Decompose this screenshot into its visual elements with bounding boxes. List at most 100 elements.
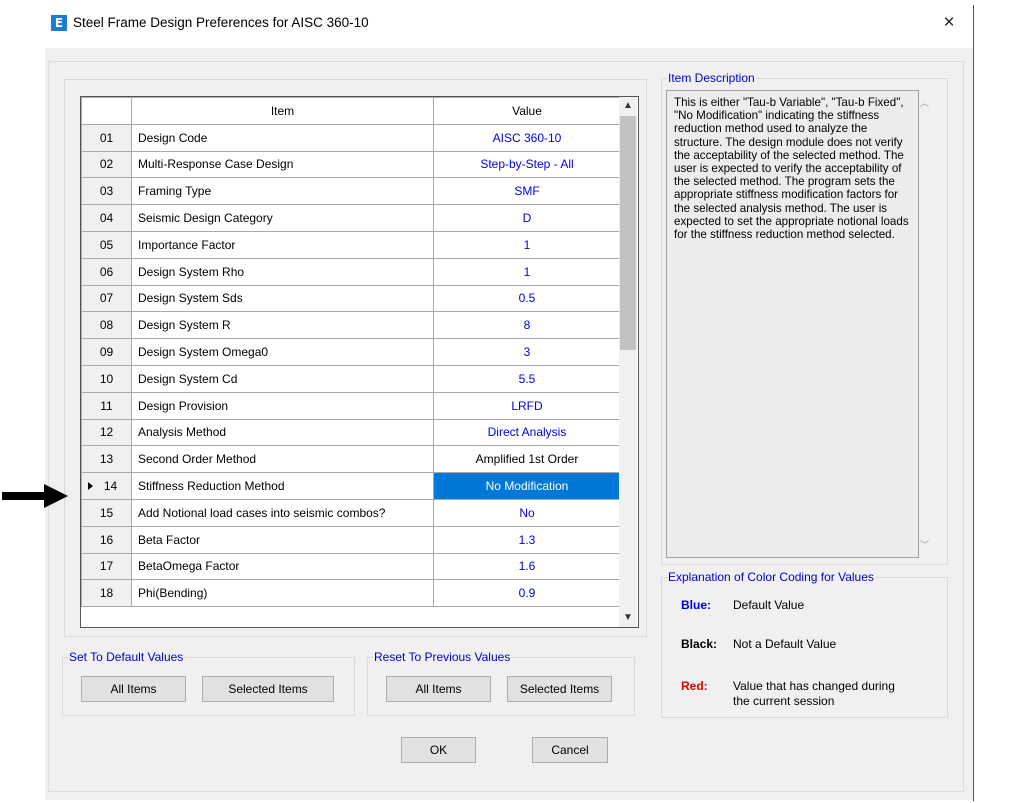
reset-all-items-button[interactable]: All Items [386,676,491,702]
table-row[interactable]: 13 Second Order Method Amplified 1st Order [81,445,621,474]
row-number-label: 03 [99,184,114,199]
black-label: Black: [681,637,718,651]
default-selected-items-button[interactable]: Selected Items [202,676,334,702]
reset-selected-items-button[interactable]: Selected Items [507,676,612,702]
row-number-label: 10 [99,371,114,386]
table-row[interactable]: 03 Framing Type SMF [81,177,621,206]
item-column-header: Item [131,97,434,125]
item-cell: Design System Sds [131,284,434,313]
table-row[interactable]: 10 Design System Cd 5.5 [81,364,621,393]
table-row[interactable]: 11 Design Provision LRFD [81,391,621,420]
table-row[interactable]: 05 Importance Factor 1 [81,230,621,259]
set-default-legend: Set To Default Values [69,650,184,664]
value-cell[interactable]: 0.5 [433,284,621,313]
value-cell[interactable]: 1.3 [433,525,621,554]
table-row[interactable]: 01 Design Code AISC 360-10 [81,123,621,152]
row-number[interactable]: 10 [81,364,132,393]
description-scroll-up-icon[interactable]: ︿ [920,96,929,109]
value-cell[interactable]: AISC 360-10 [433,123,621,152]
default-all-items-button[interactable]: All Items [81,676,186,702]
row-number-label: 01 [99,130,114,145]
scroll-down-icon[interactable]: ▼ [619,609,637,627]
preferences-grid[interactable]: Item Value 01 Design Code AISC 360-10 02 Mul… [80,96,639,628]
row-number-header [81,97,132,125]
row-number[interactable]: 06 [81,257,132,286]
table-row[interactable]: 15 Add Notional load cases into seismic c… [81,498,621,527]
reset-previous-legend: Reset To Previous Values [374,650,511,664]
value-cell[interactable]: Amplified 1st Order [433,445,621,474]
row-number[interactable]: 07 [81,284,132,313]
row-number[interactable]: 12 [81,418,132,447]
row-number-label: 06 [99,264,114,279]
row-number[interactable]: 11 [81,391,132,420]
item-cell: Second Order Method [131,445,434,474]
row-number-label: 09 [99,345,114,360]
row-number[interactable]: 14 [81,472,132,500]
value-cell[interactable]: 1 [433,257,621,286]
item-cell: Add Notional load cases into seismic com… [131,498,434,527]
row-number-label: 07 [99,291,114,306]
ok-button[interactable]: OK [401,737,476,763]
value-cell[interactable]: D [433,204,621,232]
row-number[interactable]: 04 [81,204,132,232]
item-cell: Design Provision [131,391,434,420]
description-scroll-down-icon[interactable]: ﹀ [920,538,929,551]
preferences-table: Item Value 01 Design Code AISC 360-10 02 Mul… [81,97,621,608]
table-row[interactable]: 08 Design System R8 [81,311,621,340]
row-number-label: 05 [99,237,114,252]
grid-header-row: Item Value [81,97,621,125]
value-cell[interactable]: 0.9 [433,579,621,608]
value-cell[interactable]: 1.6 [433,552,621,581]
red-description-line-2: the current session [733,694,835,708]
value-cell[interactable]: No [433,498,621,527]
close-icon[interactable]: × [936,10,962,36]
red-label: Red: [681,679,708,693]
table-row[interactable]: 14 Stiffness Reduction Method No Modificat… [81,472,621,500]
value-cell[interactable]: LRFD [433,391,621,420]
row-number[interactable]: 01 [81,123,132,152]
table-row[interactable]: 09 Design System Omega0 3 [81,338,621,366]
row-number[interactable]: 05 [81,230,132,259]
value-cell[interactable]: 3 [433,338,621,366]
value-cell[interactable]: 8 [433,311,621,340]
grid-vertical-scrollbar[interactable]: ▲ ▼ [619,97,637,627]
scroll-up-icon[interactable]: ▲ [619,97,637,115]
row-number[interactable]: 02 [81,150,132,179]
row-number[interactable]: 15 [81,498,132,527]
row-number-label: 11 [100,398,113,413]
table-row[interactable]: 07 Design System Sds 0.5 [81,284,621,313]
item-description-legend: Item Description [668,71,755,85]
table-row[interactable]: 17 BetaOmega Factor 1.6 [81,552,621,581]
row-number-label: 13 [99,452,114,467]
blue-label: Blue: [681,598,711,612]
table-row[interactable]: 18 Phi(Bending) 0.9 [81,579,621,608]
item-cell: Framing Type [131,177,434,206]
row-number[interactable]: 09 [81,338,132,366]
value-cell[interactable]: No Modification [433,472,621,500]
table-row[interactable]: 06 Design System Rho 1 [81,257,621,286]
item-cell: Stiffness Reduction Method [131,472,434,500]
row-number-label: 17 [99,559,114,574]
value-cell[interactable]: 1 [433,230,621,259]
row-number[interactable]: 17 [81,552,132,581]
red-description-line-1: Value that has changed during [733,679,895,693]
row-number[interactable]: 13 [81,445,132,474]
item-cell: Design System Cd [131,364,434,393]
row-number[interactable]: 18 [81,579,132,608]
scroll-thumb[interactable] [620,116,636,350]
value-cell[interactable]: Step-by-Step - All [433,150,621,179]
row-number-label: 08 [99,318,114,333]
table-row[interactable]: 16 Beta Factor 1.3 [81,525,621,554]
table-row[interactable]: 04 Seismic Design Category D [81,204,621,232]
pointer-arrow-icon [2,484,68,508]
table-row[interactable]: 02 Multi-Response Case Design Step-by-Step… [81,150,621,179]
row-number-label: 15 [99,505,114,520]
value-cell[interactable]: SMF [433,177,621,206]
row-number[interactable]: 16 [81,525,132,554]
value-cell[interactable]: 5.5 [433,364,621,393]
row-number[interactable]: 08 [81,311,132,340]
value-cell[interactable]: Direct Analysis [433,418,621,447]
row-number[interactable]: 03 [81,177,132,206]
table-row[interactable]: 12 Analysis Method Direct Analysis [81,418,621,447]
cancel-button[interactable]: Cancel [532,737,608,763]
